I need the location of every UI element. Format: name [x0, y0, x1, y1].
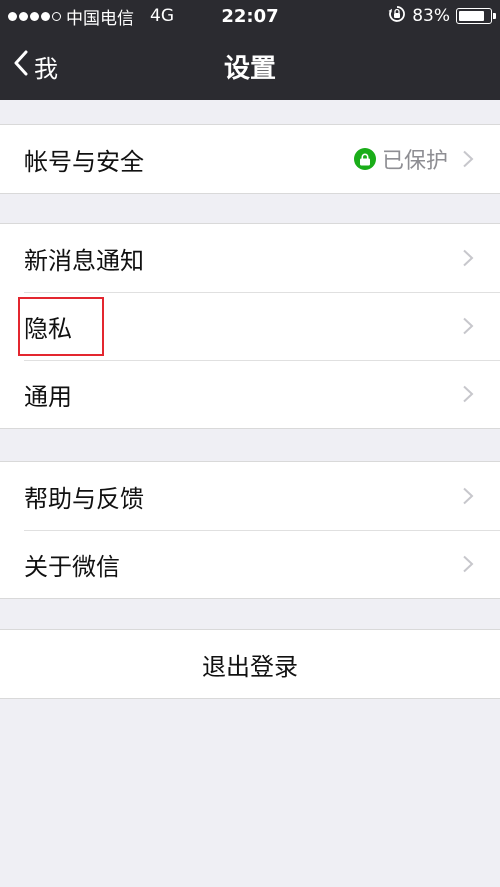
- settings-item-general[interactable]: 通用: [0, 360, 500, 428]
- settings-item-label: 帐号与安全: [24, 147, 144, 176]
- logout-button[interactable]: 退出登录: [0, 630, 500, 698]
- settings-item-label: 关于微信: [24, 552, 120, 581]
- battery-icon: [456, 8, 496, 24]
- settings-item-label: 隐私: [24, 314, 72, 343]
- chevron-right-icon: [462, 150, 474, 168]
- chevron-right-icon: [462, 317, 474, 335]
- chevron-right-icon: [462, 555, 474, 573]
- settings-item-label: 通用: [24, 382, 72, 411]
- settings-group-account: 帐号与安全 已保护: [0, 124, 500, 194]
- settings-item-notifications[interactable]: 新消息通知: [0, 224, 500, 292]
- logout-group: 退出登录: [0, 629, 500, 699]
- chevron-right-icon: [462, 385, 474, 403]
- settings-item-privacy[interactable]: 隐私: [0, 292, 500, 360]
- status-text: 已保护: [381, 149, 448, 174]
- page-title: 设置: [223, 53, 276, 84]
- settings-group-main: 新消息通知 隐私 通用: [0, 223, 500, 429]
- chevron-right-icon: [462, 487, 474, 505]
- settings-item-about[interactable]: 关于微信: [0, 530, 500, 598]
- settings-item-label: 新消息通知: [24, 246, 144, 275]
- settings-item-help-feedback[interactable]: 帮助与反馈: [0, 462, 500, 530]
- settings-group-support: 帮助与反馈 关于微信: [0, 461, 500, 599]
- settings-item-label: 帮助与反馈: [24, 484, 144, 513]
- status-badge: 已保护: [353, 143, 448, 175]
- status-bar: 中国电信 4G 22:07 83%: [0, 0, 500, 32]
- nav-bar: 我 设置: [0, 32, 500, 100]
- rotation-lock-icon: [388, 5, 406, 28]
- lock-icon: [353, 148, 376, 170]
- settings-item-account-security[interactable]: 帐号与安全 已保护: [0, 125, 500, 193]
- status-bar-right: 83%: [388, 0, 496, 32]
- battery-level: [459, 11, 484, 21]
- battery-percent: 83%: [412, 6, 450, 26]
- chevron-right-icon: [462, 249, 474, 267]
